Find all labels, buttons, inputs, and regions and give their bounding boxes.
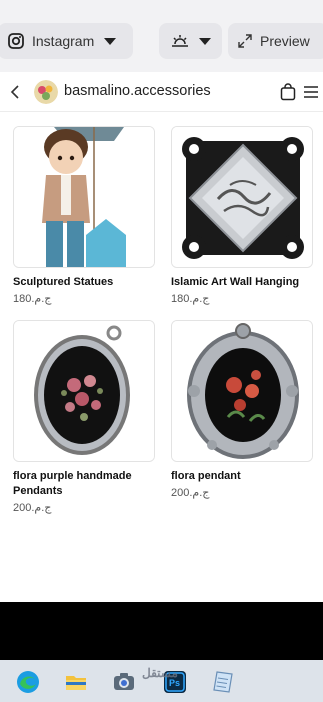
platform-select[interactable]: Instagram: [0, 23, 133, 59]
chevron-down-icon: [198, 37, 211, 45]
preview-toolbar: Instagram Preview: [0, 0, 323, 72]
product-card[interactable]: Sculptured Statues ج.م.180: [13, 126, 155, 306]
preview-button[interactable]: Preview: [228, 23, 323, 59]
expand-icon: [238, 34, 252, 48]
product-card[interactable]: Islamic Art Wall Hanging ج.م.180: [171, 126, 313, 306]
avatar[interactable]: [34, 80, 58, 104]
product-name[interactable]: flora purple handmade Pendants: [13, 469, 155, 499]
product-name[interactable]: Islamic Art Wall Hanging: [171, 275, 313, 290]
camera-icon[interactable]: [112, 670, 136, 694]
notes-app-icon[interactable]: [211, 670, 235, 694]
watermark: مستقل: [142, 666, 178, 680]
file-explorer-icon[interactable]: [64, 670, 88, 694]
product-image[interactable]: [13, 320, 155, 462]
product-image[interactable]: [171, 126, 313, 268]
product-image[interactable]: [171, 320, 313, 462]
theme-select[interactable]: [159, 23, 222, 59]
product-name[interactable]: Sculptured Statues: [13, 275, 155, 290]
edge-browser-icon[interactable]: [16, 670, 40, 694]
product-name[interactable]: flora pendant: [171, 469, 313, 484]
product-price: ج.م.200: [13, 502, 52, 514]
shop-name[interactable]: basmalino.accessories: [64, 83, 211, 99]
black-band: [0, 602, 323, 660]
instagram-icon: [8, 33, 24, 49]
product-price: ج.م.180: [13, 293, 52, 305]
sunrise-icon: [171, 35, 188, 47]
chevron-left-icon[interactable]: [8, 84, 24, 100]
shop-header: basmalino.accessories: [0, 72, 323, 112]
shopping-bag-icon[interactable]: [280, 83, 296, 101]
platform-label: Instagram: [32, 33, 95, 49]
chevron-down-icon: [104, 37, 117, 45]
product-image[interactable]: [13, 126, 155, 268]
product-price: ج.م.180: [171, 293, 210, 305]
preview-label: Preview: [260, 33, 310, 49]
hamburger-menu-icon[interactable]: [303, 85, 319, 99]
product-price: ج.م.200: [171, 487, 210, 499]
product-card[interactable]: flora purple handmade Pendants ج.م.200: [13, 320, 155, 515]
product-card[interactable]: flora pendant ج.م.200: [171, 320, 313, 500]
